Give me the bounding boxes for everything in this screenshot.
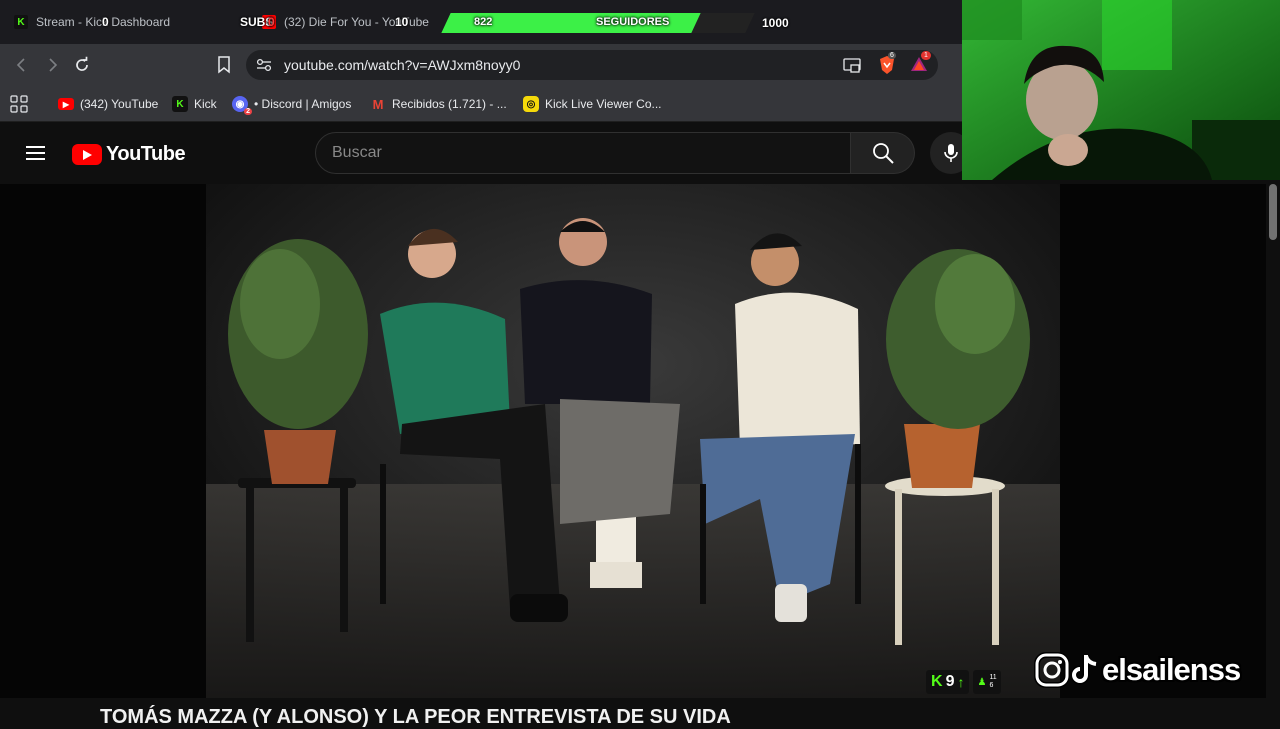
kick-icon: K xyxy=(14,15,28,29)
brave-shields-count: 6 xyxy=(888,52,896,59)
bookmark-label: Kick Live Viewer Co... xyxy=(545,97,662,111)
overlay-subs-count: 0 xyxy=(268,15,275,29)
followers-goal-bar: 822 SEGUIDORES xyxy=(441,13,755,33)
social-handle-overlay: elsailenss xyxy=(1034,652,1241,688)
kick-viewer-badge: K 9 ↑ ♟ 11 6 xyxy=(926,670,1001,694)
scrollbar-thumb[interactable] xyxy=(1269,184,1277,240)
browser-toolbar: youtube.com/watch?v=AWJxm8noyy0 6 1 xyxy=(0,44,962,86)
bookmark-kick-viewer[interactable]: ◎ Kick Live Viewer Co... xyxy=(523,94,662,114)
hamburger-menu-icon xyxy=(26,146,45,160)
gmail-icon: M xyxy=(372,96,384,112)
bookmark-button[interactable] xyxy=(212,53,236,77)
browser-tab-strip: K Stream - Kick Dashboard ▶ (32) Die For… xyxy=(0,0,962,44)
search-box xyxy=(315,132,851,174)
followers-current: 822 xyxy=(474,16,493,28)
microphone-icon xyxy=(944,144,958,162)
brave-rewards-count: 1 xyxy=(921,51,931,60)
streamer-webcam xyxy=(962,0,1280,180)
kick-stat-top: 11 xyxy=(989,674,997,681)
bookmark-gmail[interactable]: M Recibidos (1.721) - ... xyxy=(370,94,507,114)
youtube-icon: ▶ xyxy=(58,98,74,110)
video-frame xyxy=(206,184,1060,698)
cast-icon[interactable] xyxy=(843,58,861,73)
search-button[interactable] xyxy=(851,132,915,174)
followers-label: SEGUIDORES xyxy=(596,16,670,28)
url-text: youtube.com/watch?v=AWJxm8noyy0 xyxy=(284,57,521,73)
search-input[interactable] xyxy=(330,142,830,164)
kick-stat-bottom: 6 xyxy=(989,682,994,689)
person-icon: ♟ xyxy=(977,676,987,688)
tab-kick-dashboard[interactable]: K Stream - Kick Dashboard xyxy=(14,8,214,36)
kick-stats: ♟ 11 6 xyxy=(973,670,1001,694)
instagram-icon xyxy=(1034,652,1070,688)
kick-viewer-count: 9 xyxy=(945,673,955,690)
brave-rewards-icon[interactable]: 1 xyxy=(910,51,931,75)
kick-icon: K xyxy=(931,673,943,690)
video-title: TOMÁS MAZZA (Y ALONSO) Y LA PEOR ENTREVI… xyxy=(100,706,731,728)
bookmark-discord[interactable]: ◉ 2 • Discord | Amigos xyxy=(232,94,352,115)
back-button[interactable] xyxy=(10,53,34,77)
bookmark-kick[interactable]: K Kick xyxy=(172,94,217,114)
discord-icon: ◉ 2 xyxy=(232,96,252,115)
arrow-up-icon: ↑ xyxy=(957,674,965,690)
overlay-counter: 10 xyxy=(395,15,409,29)
brave-shields-icon[interactable]: 6 xyxy=(878,52,896,75)
tiktok-icon xyxy=(1072,655,1097,685)
youtube-logo-text: YouTube xyxy=(106,143,186,165)
reload-button[interactable] xyxy=(70,53,94,77)
followers-goal: 1000 xyxy=(762,16,789,30)
webcam-feed xyxy=(962,0,1280,180)
discord-badge: 2 xyxy=(244,108,252,115)
bookmarks-bar: ▶ (342) YouTube K Kick ◉ 2 • Discord | A… xyxy=(0,86,962,122)
bookmark-youtube[interactable]: ▶ (342) YouTube xyxy=(58,94,158,114)
bookmark-icon xyxy=(218,56,230,74)
search-icon xyxy=(872,143,894,164)
apps-button[interactable] xyxy=(10,94,28,114)
back-arrow-icon xyxy=(16,58,25,72)
apps-grid-icon xyxy=(10,95,28,113)
bookmark-label: • Discord | Amigos xyxy=(254,97,352,111)
guide-menu-button[interactable] xyxy=(26,143,46,163)
kick-icon: K xyxy=(172,96,188,112)
social-handle: elsailenss xyxy=(1102,652,1241,687)
kick-stats-numbers: 11 6 xyxy=(989,674,996,690)
forward-button[interactable] xyxy=(40,53,64,77)
page-scrollbar[interactable] xyxy=(1266,184,1280,720)
reload-icon xyxy=(76,56,88,71)
forward-arrow-icon xyxy=(49,58,58,72)
youtube-logo[interactable]: YouTube xyxy=(72,143,186,166)
address-bar[interactable]: youtube.com/watch?v=AWJxm8noyy0 6 1 xyxy=(246,50,938,80)
bookmark-label: Recibidos (1.721) - ... xyxy=(392,97,507,111)
youtube-play-icon xyxy=(72,144,102,165)
site-settings-icon xyxy=(256,58,272,72)
bookmark-label: (342) YouTube xyxy=(80,97,159,111)
kick-viewer-icon: ◎ xyxy=(523,96,539,112)
kick-viewers: K 9 ↑ xyxy=(926,670,970,694)
overlay-counter: 0 xyxy=(102,15,109,29)
video-player[interactable]: K 9 ↑ ♟ 11 6 elsailenss xyxy=(0,184,1266,698)
bookmark-label: Kick xyxy=(194,97,217,111)
